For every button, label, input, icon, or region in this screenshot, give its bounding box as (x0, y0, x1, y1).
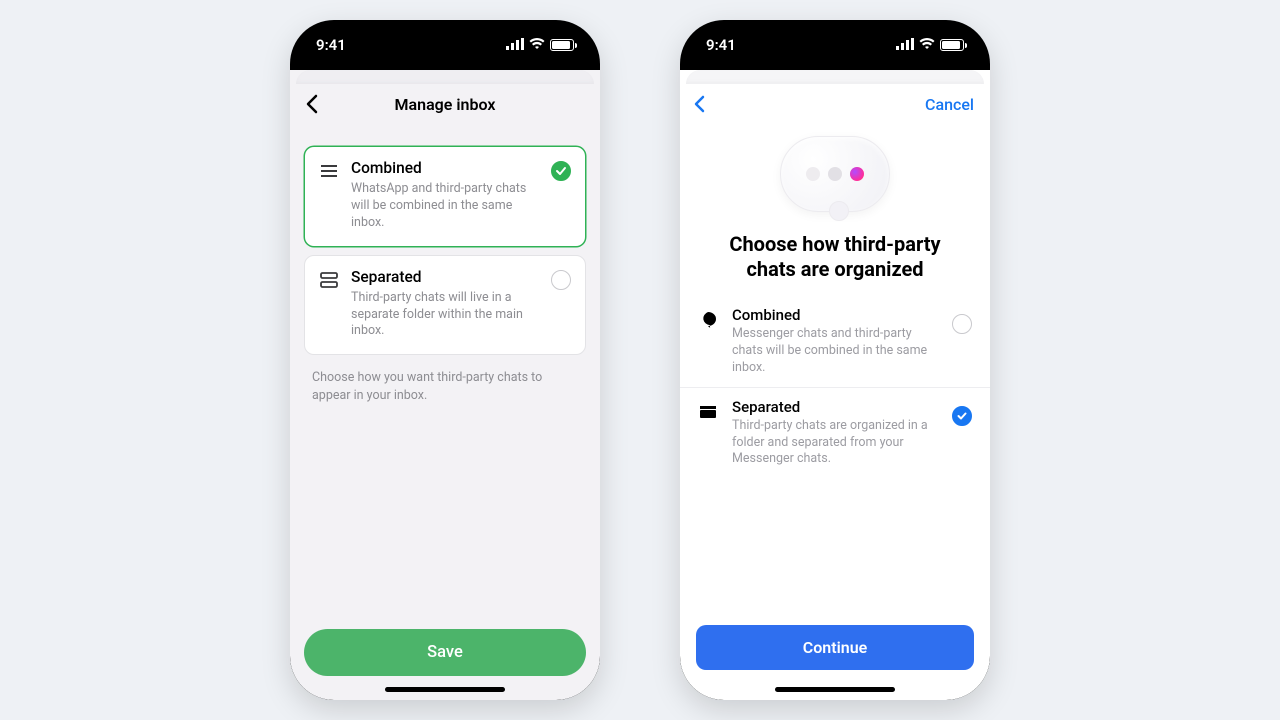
folder-icon (698, 402, 718, 422)
wifi-icon (919, 36, 935, 54)
phone-messenger: 9:41 (680, 20, 990, 700)
list-icon (319, 161, 339, 181)
battery-icon (940, 39, 964, 51)
home-indicator (775, 687, 895, 692)
screen-content: Manage inbox Combined WhatsApp and third… (290, 70, 600, 700)
radio-unchecked-icon[interactable] (952, 314, 972, 334)
option-title: Separated (732, 398, 938, 416)
option-combined[interactable]: Combined Messenger chats and third-party… (680, 296, 990, 387)
status-indicators (506, 36, 574, 54)
continue-button[interactable]: Continue (696, 625, 974, 670)
cancel-button[interactable]: Cancel (925, 95, 974, 114)
split-list-icon (319, 270, 339, 290)
radio-unchecked-icon[interactable] (551, 270, 571, 290)
page-title: Choose how third-party chats are organiz… (680, 226, 990, 296)
option-combined[interactable]: Combined WhatsApp and third-party chats … (304, 146, 586, 247)
bubble-tail-icon (829, 201, 849, 221)
cellular-icon (896, 36, 914, 54)
status-time: 9:41 (316, 36, 346, 54)
page-header: Manage inbox (290, 84, 600, 124)
home-indicator (385, 687, 505, 692)
chat-bubble-icon (780, 136, 890, 212)
option-title: Combined (351, 159, 539, 177)
save-button[interactable]: Save (304, 629, 586, 676)
radio-checked-icon[interactable] (551, 161, 571, 181)
cellular-icon (506, 36, 524, 54)
option-title: Combined (732, 306, 938, 324)
phone-whatsapp: 9:41 (290, 20, 600, 700)
wifi-icon (529, 36, 545, 54)
option-desc: Third-party chats will live in a separat… (351, 290, 539, 341)
sheet-handle-area (686, 70, 984, 84)
radio-checked-icon[interactable] (952, 406, 972, 426)
status-time: 9:41 (706, 36, 736, 54)
status-bar: 9:41 (290, 20, 600, 70)
nav-bar: Cancel (680, 84, 990, 120)
option-desc: WhatsApp and third-party chats will be c… (351, 181, 539, 232)
screen-content: Cancel Choose how third-party chats are … (680, 70, 990, 700)
option-separated[interactable]: Separated Third-party chats are organize… (680, 387, 990, 479)
hero-illustration (680, 120, 990, 226)
dot-icon (828, 167, 842, 181)
back-button[interactable] (300, 92, 324, 116)
sheet-handle-area (296, 70, 594, 84)
option-desc: Third-party chats are organized in a fol… (732, 418, 938, 469)
status-bar: 9:41 (680, 20, 990, 70)
dot-icon (850, 167, 864, 181)
back-button[interactable] (692, 94, 716, 114)
chat-filled-icon (698, 310, 718, 330)
option-title: Separated (351, 268, 539, 286)
page-title: Manage inbox (395, 95, 496, 114)
option-desc: Messenger chats and third-party chats wi… (732, 326, 938, 377)
status-indicators (896, 36, 964, 54)
option-separated[interactable]: Separated Third-party chats will live in… (304, 255, 586, 356)
dot-icon (806, 167, 820, 181)
battery-icon (550, 39, 574, 51)
hint-text: Choose how you want third-party chats to… (290, 355, 600, 404)
